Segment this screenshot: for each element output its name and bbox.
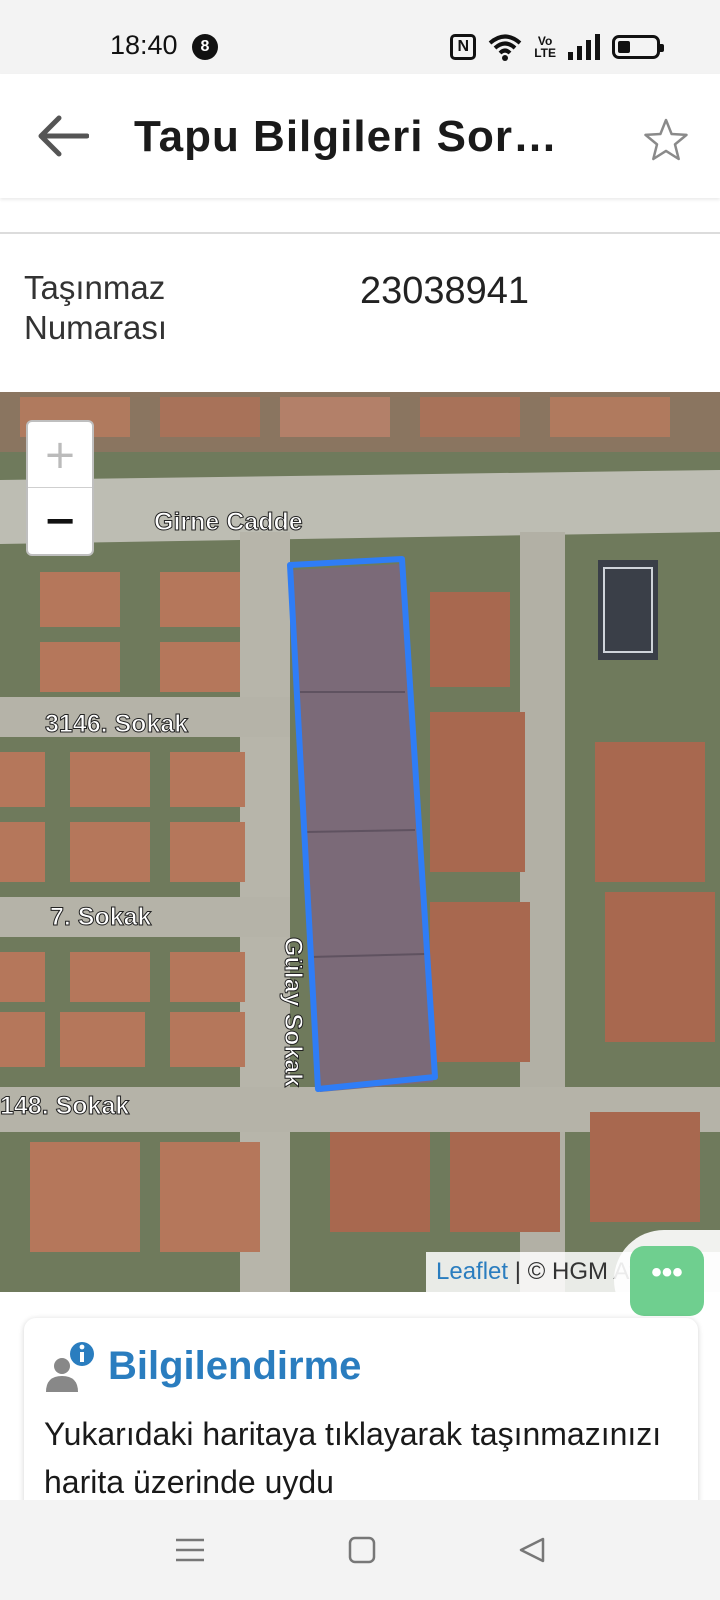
recents-button[interactable] (170, 1530, 210, 1570)
chat-button[interactable]: ••• (630, 1246, 704, 1316)
street-label-gulay: Gülay Sokak (279, 937, 307, 1087)
info-card-text: Yukarıdaki haritaya tıklayarak taşınmazı… (44, 1416, 662, 1500)
header-divider (0, 232, 720, 234)
chat-icon: ••• (651, 1256, 683, 1289)
street-label-girne: Girne Cadde (154, 508, 303, 536)
status-icons: N Vo LTE (450, 32, 664, 62)
battery-icon (612, 35, 664, 59)
satellite-map[interactable]: Girne Cadde 3146. Sokak 7. Sokak 148. So… (0, 392, 720, 1292)
status-bar: 18:40 8 N Vo LTE (0, 0, 720, 74)
wifi-icon (488, 34, 522, 61)
zoom-out-button[interactable]: − (28, 488, 92, 554)
screen: { "status_bar": { "time": "18:40", "noti… (0, 0, 720, 1600)
street-label-148: 148. Sokak (0, 1092, 129, 1120)
status-time: 18:40 (110, 30, 178, 60)
star-outline-icon (644, 118, 688, 161)
street-label-3146: 3146. Sokak (45, 710, 188, 738)
page-title: Tapu Bilgileri Sor… (134, 112, 559, 161)
nav-back-button[interactable] (512, 1530, 552, 1570)
triangle-back-icon (519, 1537, 545, 1563)
square-home-icon (348, 1536, 376, 1564)
signal-icon (568, 34, 600, 60)
street-label-7: 7. Sokak (50, 903, 152, 931)
favorite-button[interactable] (636, 110, 696, 170)
app-header: Tapu Bilgileri Sor… (0, 74, 720, 198)
menu-lines-icon (176, 1538, 204, 1562)
user-info-icon (46, 1342, 94, 1392)
home-button[interactable] (342, 1530, 382, 1570)
map-imagery: Girne Cadde 3146. Sokak 7. Sokak 148. So… (0, 392, 720, 1292)
map-zoom-control: + − (26, 420, 94, 556)
property-number-value: 23038941 (360, 270, 530, 312)
notification-badge: 8 (192, 34, 218, 60)
back-button[interactable] (30, 104, 94, 168)
property-number-label: Taşınmaz Numarası (24, 269, 168, 346)
volte-icon: Vo LTE (534, 34, 556, 60)
system-nav-bar (0, 1500, 720, 1600)
info-card-title: Bilgilendirme (108, 1344, 362, 1388)
nfc-icon: N (450, 34, 477, 60)
zoom-in-button[interactable]: + (28, 422, 92, 488)
leaflet-link[interactable]: Leaflet (436, 1258, 508, 1285)
arrow-left-icon (38, 115, 89, 157)
